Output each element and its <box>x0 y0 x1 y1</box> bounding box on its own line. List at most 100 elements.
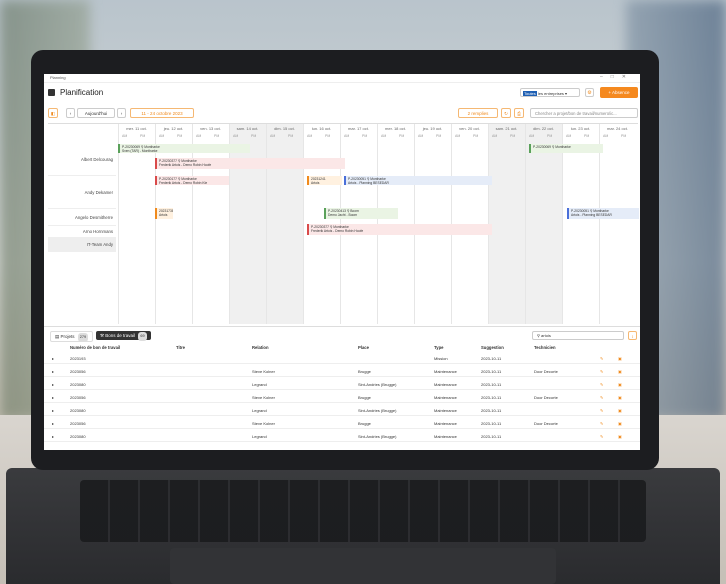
day-column[interactable] <box>525 124 562 324</box>
expand-icon[interactable]: ▸ <box>52 406 54 415</box>
edit-icon[interactable]: ✎ <box>600 380 603 389</box>
table-row[interactable]: ▸ 2023056 Steve Kolner Brugge Maintenance 202… <box>44 393 640 403</box>
cell-num: 2023080 <box>70 434 86 439</box>
today-button[interactable]: Aujourd'hui <box>77 108 115 118</box>
col-relation[interactable]: Relation <box>252 345 269 350</box>
cell-type: Maintenance <box>434 395 457 400</box>
cell-suggestion: 2023-10-11 <box>481 395 502 400</box>
calendar-add-icon[interactable]: ▣ <box>618 380 622 389</box>
sidebar-toggle-icon[interactable]: ◧ <box>48 108 58 118</box>
day-header: jeu. 12 oct. <box>163 126 184 131</box>
window-controls[interactable]: –□✕ <box>600 74 634 80</box>
col-num[interactable]: Numéro de bon de travail <box>70 345 120 350</box>
cell-num: 2023056 <box>70 421 86 426</box>
next-button[interactable]: › <box>117 108 126 118</box>
day-header: lun. 16 oct. <box>311 126 332 131</box>
planning-event[interactable]: P-20230069 ⚲ Montharke <box>529 144 603 153</box>
event-subtitle: Frederik Artois - Demo Robin Hoofe <box>159 163 212 168</box>
edit-icon[interactable]: ✎ <box>600 432 603 441</box>
print-icon[interactable]: ⎙ <box>514 108 524 118</box>
cell-num: 2023056 <box>70 395 86 400</box>
day-column[interactable] <box>155 124 192 324</box>
expand-icon[interactable]: ▸ <box>52 393 54 402</box>
day-header: dim. 22 oct. <box>533 126 554 131</box>
col-place[interactable]: Place <box>358 345 369 350</box>
planning-event[interactable]: P-20230413 ⚲ Boom Demo Jacht - Boom <box>324 208 398 219</box>
cell-num: 2023193 <box>70 356 86 361</box>
planning-event[interactable]: P-20230051 ⚲ Montharke Artois - Planning … <box>344 176 492 185</box>
day-column[interactable] <box>192 124 229 324</box>
cell-place: Brugge <box>358 421 371 426</box>
event-subtitle: Demo Jacht - Boom <box>328 213 358 218</box>
filter-dropdown[interactable]: 2 remplies <box>458 108 498 118</box>
planning-event[interactable]: P-20230177 ⚲ Montharke Frederik Artois - … <box>155 176 229 185</box>
day-header: mer. 11 oct. <box>126 126 147 131</box>
prev-button[interactable]: ‹ <box>66 108 75 118</box>
planning-event[interactable]: P-20230377 ⚲ Montharke Frederik Artois - … <box>307 224 492 235</box>
search-input[interactable]: Chercher a projet/bon de travail/numero/… <box>530 108 638 118</box>
cell-suggestion: 2023-10-11 <box>481 382 502 387</box>
event-subtitle: Frederik Artois - Demo Robin Kle <box>159 181 208 185</box>
expand-icon[interactable]: ▸ <box>52 432 54 441</box>
calendar-add-icon[interactable]: ▣ <box>618 354 622 363</box>
edit-icon[interactable]: ✎ <box>600 367 603 376</box>
ampm-label: PM <box>621 134 627 138</box>
calendar-add-icon[interactable]: ▣ <box>618 432 622 441</box>
day-column[interactable] <box>488 124 525 324</box>
expand-icon[interactable]: ▸ <box>52 419 54 428</box>
cell-suggestion: 2023-10-11 <box>481 434 502 439</box>
expand-icon[interactable]: ▸ <box>52 367 54 376</box>
planning-event[interactable]: P-20230069 ⚲ Montharke Sven (TAR) - Month… <box>118 144 250 153</box>
cell-relation: Legrand <box>252 382 267 387</box>
day-column[interactable] <box>266 124 303 324</box>
sort-icon[interactable]: ↕ <box>628 331 637 340</box>
day-column[interactable] <box>229 124 266 324</box>
table-row[interactable]: ▸ 2023080 Legrand Sint-Andries (Brugge) Main… <box>44 406 640 416</box>
table-row[interactable]: ▸ 2023193 Mission 2023-10-11 ✎ ▣ <box>44 354 640 364</box>
expand-icon[interactable]: ▸ <box>52 354 54 363</box>
cell-relation: Legrand <box>252 408 267 413</box>
cell-type: Mission <box>434 356 448 361</box>
resource-column: Albert Delcourag Andy Dekamer Angelo Desmi… <box>48 144 116 324</box>
table-row[interactable]: ▸ 2023056 Steve Kolner Brugge Maintenance 202… <box>44 419 640 429</box>
table-row[interactable]: ▸ 2023056 Steve Kolner Brugge Maintenance 202… <box>44 367 640 377</box>
col-type[interactable]: Type <box>434 345 443 350</box>
edit-icon[interactable]: ✎ <box>600 406 603 415</box>
planning-event[interactable]: 20231738 Artois <box>155 208 173 219</box>
cell-suggestion: 2023-10-11 <box>481 408 502 413</box>
event-subtitle: Sven (TAR) - Montharke <box>122 149 158 153</box>
expand-icon[interactable]: ▸ <box>52 380 54 389</box>
edit-icon[interactable]: ✎ <box>600 419 603 428</box>
col-tech[interactable]: Technicien <box>534 345 556 350</box>
company-select-text: les entreprises <box>537 91 564 96</box>
gear-icon[interactable]: ⚙ <box>585 88 594 97</box>
day-header: lun. 23 oct. <box>570 126 591 131</box>
calendar-add-icon[interactable]: ▣ <box>618 393 622 402</box>
company-select[interactable]: Toutes les entreprises ▾ <box>520 88 580 97</box>
panel-filter-input[interactable]: ⚲ artois <box>532 331 624 340</box>
planning-event[interactable]: 20231241 Artois <box>307 176 342 185</box>
calendar-add-icon[interactable]: ▣ <box>618 367 622 376</box>
event-subtitle: Artois - Planning BESEDAR <box>571 213 612 218</box>
edit-icon[interactable]: ✎ <box>600 393 603 402</box>
day-column[interactable] <box>562 124 599 324</box>
edit-icon[interactable]: ✎ <box>600 354 603 363</box>
refresh-icon[interactable]: ↻ <box>501 108 511 118</box>
col-title[interactable]: Titre <box>176 345 185 350</box>
calendar-add-icon[interactable]: ▣ <box>618 406 622 415</box>
table-row[interactable]: ▸ 2023080 Legrand Sint-Andries (Brugge) Main… <box>44 380 640 390</box>
day-column[interactable] <box>599 124 636 324</box>
event-subtitle: Frederik Artois - Demo Robin Hoofe <box>311 229 364 234</box>
date-range-picker[interactable]: 11 - 24 octobre 2023 <box>130 108 194 118</box>
day-column[interactable] <box>118 124 155 324</box>
trackpad <box>170 548 556 584</box>
planning-event[interactable]: P-20230377 ⚲ Montharke Frederik Artois - … <box>155 158 345 169</box>
calendar-add-icon[interactable]: ▣ <box>618 419 622 428</box>
absence-button[interactable]: + Absence <box>600 87 638 98</box>
tab-projets[interactable]: ▤ Projets 279 <box>50 331 94 342</box>
cell-relation: Steve Kolner <box>252 421 275 426</box>
planning-event[interactable]: P-20230051 ⚲ Montharke Artois - Planning … <box>567 208 639 219</box>
col-suggestion[interactable]: Suggestion <box>481 345 504 350</box>
tab-bons-de-travail[interactable]: ⚒ Bons de travail 69 <box>96 331 151 341</box>
table-row[interactable]: ▸ 2023080 Legrand Sint-Andries (Brugge) Main… <box>44 432 640 442</box>
